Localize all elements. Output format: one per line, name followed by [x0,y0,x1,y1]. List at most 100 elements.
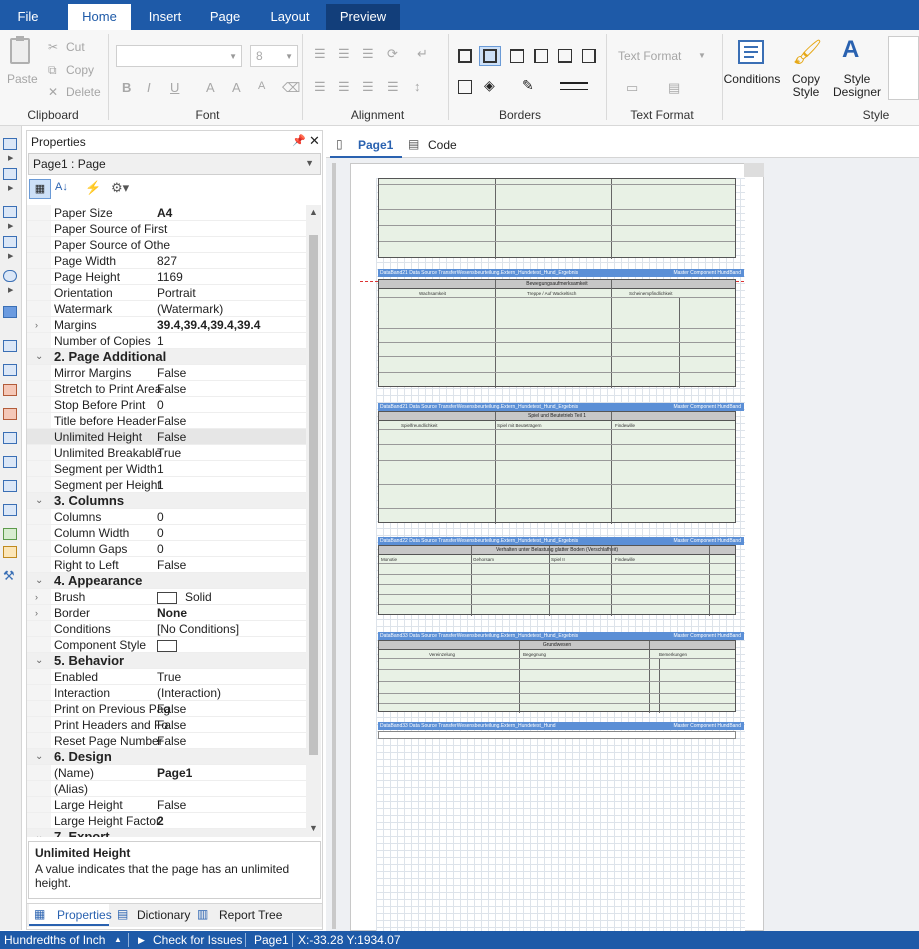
property-row[interactable]: Columns 0 [27,509,307,525]
border-style-icon[interactable] [560,82,588,90]
font-size-combo[interactable]: 8 ▼ [250,45,298,67]
property-row[interactable]: (Name) Page1 [27,765,307,781]
property-row[interactable]: Large Height Factor 2 [27,813,307,829]
italic-icon[interactable]: I [147,80,151,95]
align-top-right-icon[interactable]: ☰ [362,46,374,62]
gear-icon[interactable]: ⚙▾ [111,180,129,196]
font-color-icon[interactable]: A [206,80,215,95]
property-row[interactable]: Large Height False [27,797,307,813]
property-value[interactable]: 0 [157,541,307,557]
collapse-icon[interactable]: ⌄ [35,573,43,589]
table-icon[interactable] [3,504,17,516]
property-value[interactable]: False [157,413,307,429]
property-row[interactable]: › Brush Solid [27,589,307,605]
font-family-combo[interactable]: ▼ [116,45,242,67]
property-row[interactable]: Print on Previous Pag False [27,701,307,717]
rotate-icon[interactable]: ⟳ [387,46,398,62]
property-value[interactable]: 0 [157,397,307,413]
fill-color-icon[interactable]: ◈ [484,77,495,94]
file-menu[interactable]: File [6,4,50,30]
property-value[interactable]: 1 [157,461,307,477]
collapse-icon[interactable]: ⌄ [35,653,43,669]
property-value[interactable]: 1 [157,333,307,349]
property-row[interactable]: Stretch to Print Area False [27,381,307,397]
picture-icon[interactable] [3,528,17,540]
tools-icon[interactable]: ⚒ [3,568,15,584]
property-row[interactable]: Unlimited Breakable True [27,445,307,461]
tab-report-tree[interactable]: ▥ Report Tree [193,904,283,926]
scroll-thumb[interactable] [309,235,318,755]
property-row[interactable]: Title before Header False [27,413,307,429]
property-category[interactable]: ⌄ 2. Page Additional [27,349,307,365]
delete-button[interactable]: Delete [66,85,101,99]
property-value[interactable]: (Watermark) [157,301,307,317]
expand-icon[interactable]: › [35,589,38,605]
property-row[interactable]: › Border None [27,605,307,621]
property-value[interactable]: None [157,605,307,621]
cut-button[interactable]: Cut [66,40,85,54]
style-designer-button[interactable]: Style Designer [832,73,882,99]
property-value[interactable]: False [157,557,307,573]
left-border-icon[interactable] [534,49,548,63]
tab-page[interactable]: Page [199,4,251,30]
tab-layout[interactable]: Layout [259,4,321,30]
format-options-icon[interactable]: ▤ [668,80,680,96]
property-value[interactable]: False [157,701,307,717]
property-row[interactable]: Mirror Margins False [27,365,307,381]
property-value[interactable]: False [157,733,307,749]
property-row[interactable]: Component Style [27,637,307,653]
property-row[interactable]: › Margins 39.4,39.4,39.4,39.4 [27,317,307,333]
property-value[interactable]: False [157,429,307,445]
categorized-icon[interactable]: ▦ [29,179,51,199]
property-value[interactable]: 39.4,39.4,39.4,39.4 [157,317,307,333]
collapse-icon[interactable]: ⌄ [35,349,43,365]
align-left-icon[interactable]: ☰ [314,79,326,95]
no-border-icon[interactable] [458,80,472,94]
tab-page1[interactable]: ▯ Page1 [330,132,402,158]
property-category[interactable]: ⌄ 4. Appearance [27,573,307,589]
collapse-icon[interactable]: ⌄ [35,749,43,765]
property-value[interactable]: True [157,445,307,461]
property-row[interactable]: Page Height 1169 [27,269,307,285]
grow-font-icon[interactable]: A [232,80,241,95]
property-value[interactable]: 1169 [157,269,307,285]
property-row[interactable]: Column Width 0 [27,525,307,541]
tab-dictionary[interactable]: ▤ Dictionary [113,904,190,926]
all-borders-icon[interactable] [458,49,472,63]
format-icon[interactable]: ▭ [626,80,638,96]
property-value[interactable]: 827 [157,253,307,269]
align-top-left-icon[interactable]: ☰ [314,46,326,62]
property-category[interactable]: ⌄ 3. Columns [27,493,307,509]
border-color-icon[interactable]: ✎ [522,77,534,94]
scroll-down-icon[interactable]: ▼ [309,823,318,833]
property-value[interactable]: A4 [157,205,307,221]
data-band[interactable]: DataBand33 Data Source TransferWesensbeu… [378,632,744,640]
property-row[interactable]: Paper Size A4 [27,205,307,221]
tab-code[interactable]: ▤ Code [406,132,466,158]
bottom-border-icon[interactable] [558,49,572,63]
check-issues-button[interactable]: Check for Issues [153,931,242,949]
outer-border-button[interactable] [479,46,501,66]
clear-format-icon[interactable]: ⌫ [282,80,300,96]
property-row[interactable]: Segment per Width 1 [27,461,307,477]
data-band[interactable]: DataBand33 Data Source TransferWesensbeu… [378,722,744,730]
property-value[interactable] [157,637,307,653]
cross-band-icon[interactable] [3,236,17,248]
component-selector[interactable]: Page1 : Page ▼ [28,153,321,175]
property-row[interactable]: Watermark (Watermark) [27,301,307,317]
bold-icon[interactable]: B [122,80,131,95]
property-scrollbar[interactable]: ▲ ▼ [306,205,321,837]
property-value[interactable]: True [157,669,307,685]
property-value[interactable]: False [157,717,307,733]
collapse-icon[interactable]: ⌄ [35,493,43,509]
scroll-up-icon[interactable]: ▲ [309,207,318,217]
header-band-icon[interactable] [3,168,17,180]
tab-home[interactable]: Home [68,4,131,30]
expand-icon[interactable]: › [35,317,38,333]
units-selector[interactable]: Hundredths of Inch [4,931,105,949]
container-icon[interactable] [3,306,17,318]
property-value[interactable]: 1 [157,477,307,493]
property-row[interactable]: Paper Source of First [27,221,307,237]
data-band[interactable]: DataBand22 Data Source TransferWesensbeu… [378,537,744,545]
property-value[interactable]: Solid [157,589,307,605]
